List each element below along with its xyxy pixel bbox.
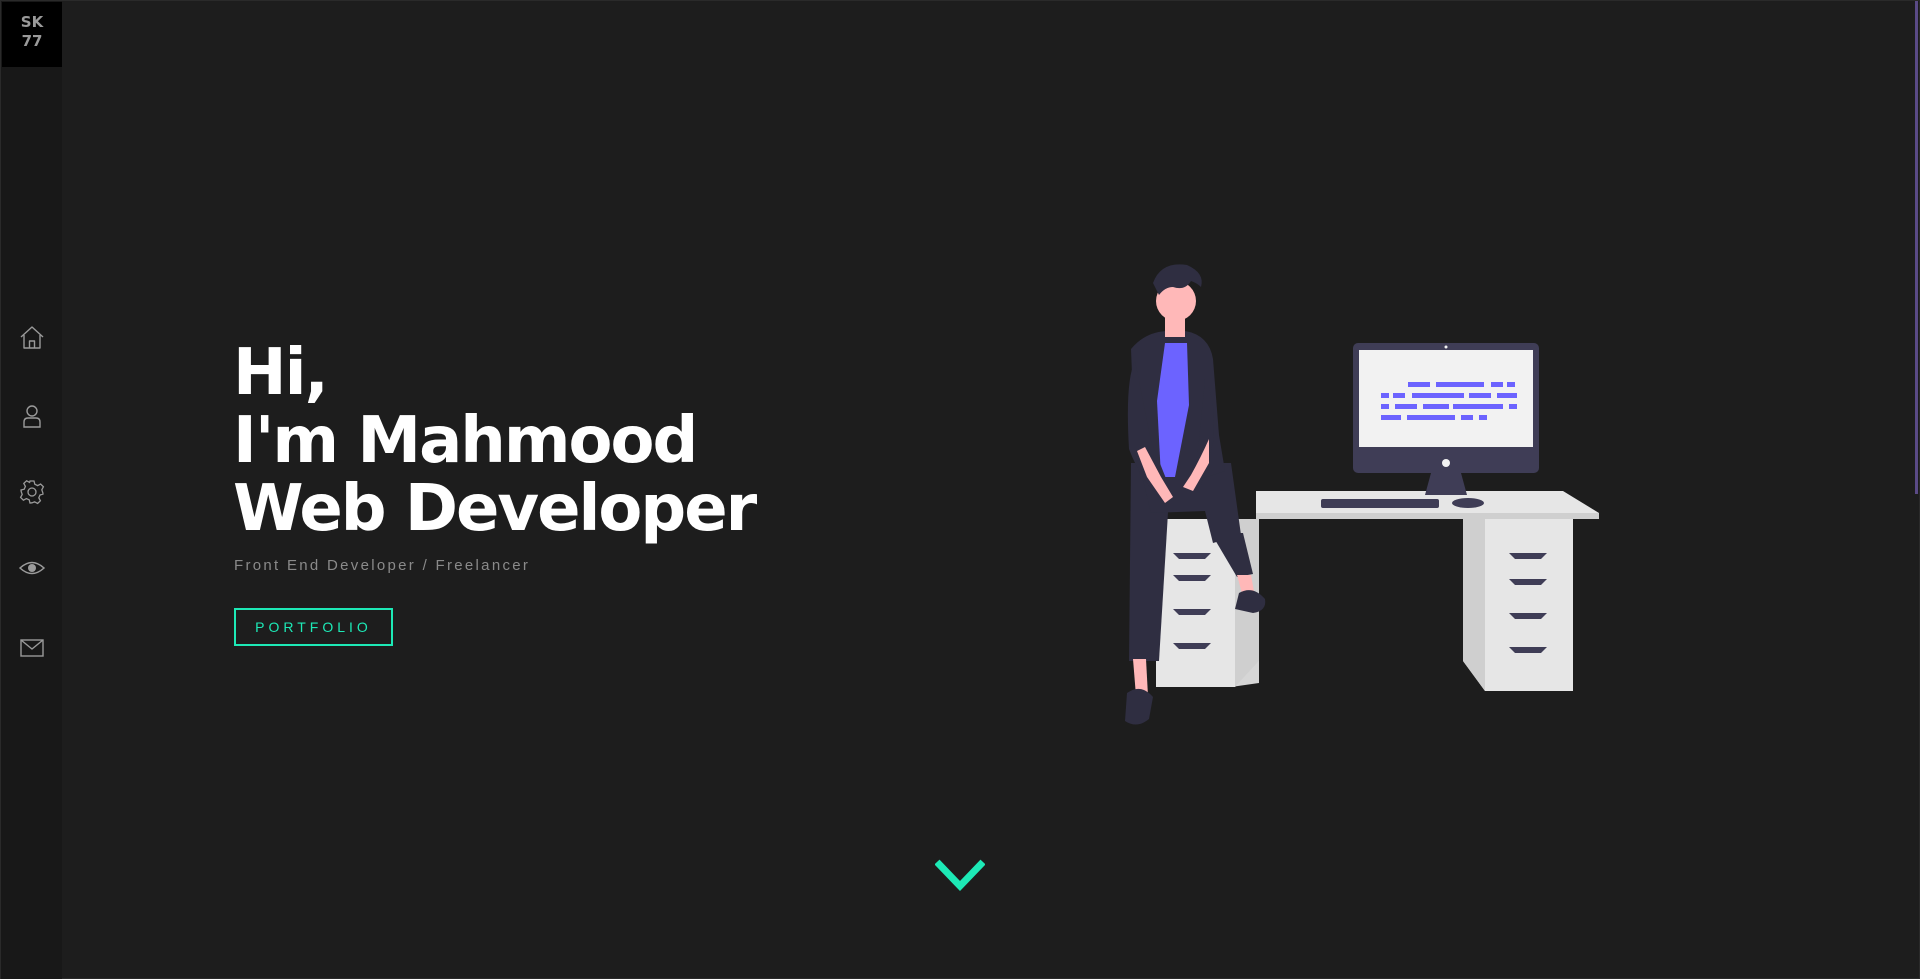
right-drawer-handle: [1509, 647, 1547, 653]
hero-name: I'm Mahmood: [233, 404, 698, 478]
chevron-down-icon[interactable]: [935, 858, 985, 892]
logo[interactable]: SK 77: [2, 2, 62, 67]
page: SK 77 Hi, I'm Mahmood Web Developer Fron…: [0, 0, 1920, 979]
nav-about[interactable]: [18, 402, 46, 430]
hero-greeting: Hi,: [233, 336, 329, 410]
monitor-stand: [1425, 473, 1467, 495]
nav-portfolio[interactable]: [18, 554, 46, 582]
right-cabinet-side: [1463, 519, 1485, 691]
keyboard: [1321, 499, 1439, 508]
mouse: [1452, 498, 1484, 508]
desk-edge: [1256, 513, 1599, 519]
webcam: [1444, 345, 1448, 349]
home-icon: [20, 326, 44, 349]
nav-contact[interactable]: [18, 634, 46, 662]
portfolio-button[interactable]: PORTFOLIO: [234, 608, 393, 646]
hero-role: Web Developer: [233, 472, 757, 546]
logo-line-1: SK: [20, 13, 44, 31]
sidebar: SK 77: [1, 1, 62, 979]
nav-skills[interactable]: [18, 478, 46, 506]
left-drawer-handle: [1173, 553, 1211, 559]
mail-icon: [20, 639, 44, 657]
nav-home[interactable]: [18, 324, 46, 352]
developer-desk-illustration: [1125, 264, 1599, 725]
user-icon: [23, 405, 41, 428]
left-drawer-handle: [1173, 609, 1211, 615]
right-drawer-handle: [1509, 579, 1547, 585]
hero-heading: Hi, I'm Mahmood Web Developer: [233, 336, 757, 546]
gear-icon: [19, 480, 45, 505]
left-drawer-handle: [1173, 643, 1211, 649]
hero-subtitle: Front End Developer / Freelancer: [234, 557, 531, 574]
monitor-screen: [1359, 350, 1533, 447]
right-drawer-handle: [1509, 553, 1547, 559]
logo-line-2: 77: [21, 32, 43, 50]
eye-icon: [19, 561, 45, 575]
scrollbar-thumb[interactable]: [1915, 1, 1918, 494]
power-light: [1442, 459, 1450, 467]
left-drawer-handle: [1173, 575, 1211, 581]
right-drawer-handle: [1509, 613, 1547, 619]
